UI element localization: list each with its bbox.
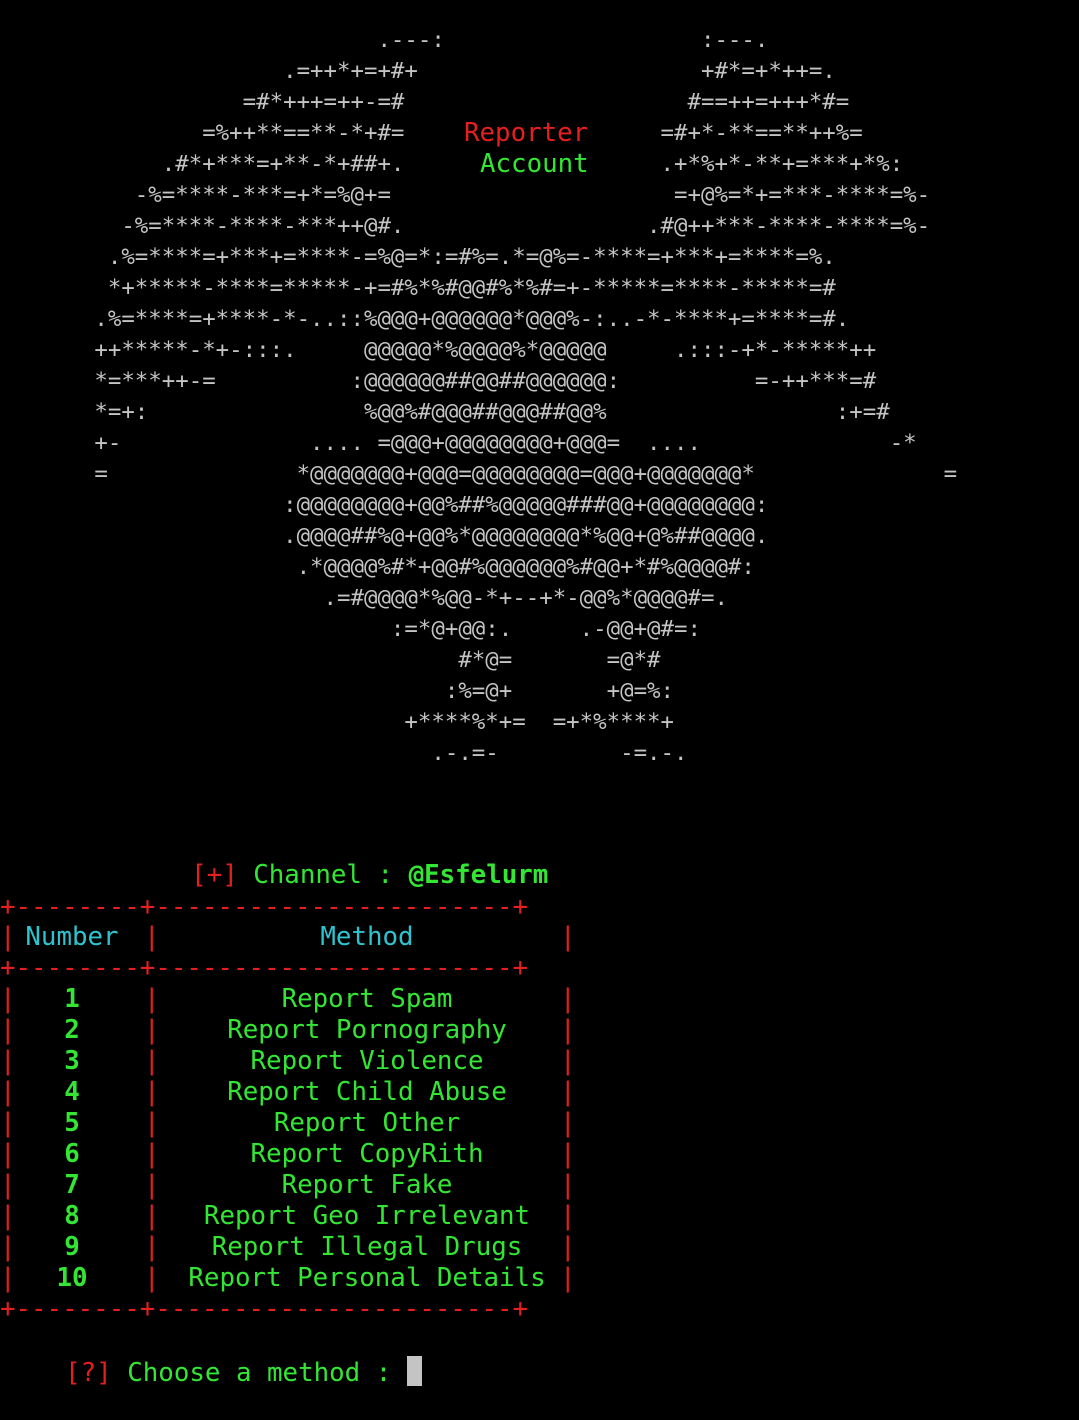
row-number: 9 [64,1232,80,1262]
table-separator: | [560,1170,576,1200]
table-border-bottom: +--------+-----------------------+ [0,1294,529,1324]
row-method: Report Spam [281,984,453,1014]
row-method: Report Fake [281,1170,453,1200]
row-method: Report Child Abuse [227,1077,507,1107]
row-number: 5 [64,1108,80,1138]
table-separator: | [144,1232,160,1262]
table-border-mid: +--------+-----------------------+ [0,953,529,983]
prompt-marker: [?] [65,1358,112,1388]
table-separator: | [560,1046,576,1076]
table-separator: | [144,1015,160,1045]
row-number: 3 [64,1046,80,1076]
table-separator: | [144,922,160,952]
row-number: 2 [64,1015,80,1045]
ascii-art-line: -%=****-****-***++@#. .#@++***-****-****… [0,213,931,239]
channel-label: Channel : [253,860,409,890]
prompt-text: Choose a method : [127,1358,407,1388]
table-separator: | [144,1170,160,1200]
ascii-art-line: ++*****-*+-:::. @@@@@*%@@@@%*@@@@@ .:::-… [0,337,877,363]
table-separator: | [144,1077,160,1107]
header-number: Number [25,922,119,952]
row-number: 8 [64,1201,80,1231]
ascii-art-line: *=+: %@@%#@@@##@@@##@@% :+=# [0,399,890,425]
row-method: Report Violence [250,1046,484,1076]
ascii-art-line: .%=****=+***+=****-=%@=*:=#%=.*=@%=-****… [0,244,836,270]
text-cursor[interactable] [406,1356,422,1386]
row-number: 4 [64,1077,80,1107]
header-method: Method [320,922,414,952]
ascii-art-line: :=*@+@@:. .-@@+@#=: [0,616,701,642]
ascii-art-banner: .---: :---. .=++*+=+#+ +#*=+*++=. =#*+++… [0,25,1079,775]
channel-bracket-close: ] [222,860,238,890]
ascii-art-line: .=++*+=+#+ +#*=+*++=. [0,58,836,84]
ascii-art-line: .%=****=+****-*-..::%@@@+@@@@@@*@@@%-:..… [0,306,850,332]
row-method: Report Pornography [227,1015,507,1045]
banner-title-reporter: Reporter [464,118,589,148]
ascii-art-line: :%=@+ +@=%: [0,678,675,704]
table-separator: | [560,1201,576,1231]
row-method: Report CopyRith [250,1139,484,1169]
table-separator: | [560,1139,576,1169]
ascii-art-line: -%=****-***=+*=%@+= =+@%=*+=***-****=%- [0,182,931,208]
ascii-art-line: .---: :---. [0,27,769,53]
table-border-top: +--------+-----------------------+ [0,892,529,922]
table-separator: | [560,1108,576,1138]
row-method: Report Personal Details [188,1263,546,1293]
terminal-window: .---: :---. .=++*+=+#+ +#*=+*++=. =#*+++… [0,0,1079,1394]
channel-handle: @Esfelurm [408,860,549,890]
table-separator: | [560,1232,576,1262]
ascii-art-line: +****%*+= =+*%****+ [0,709,675,735]
method-prompt[interactable]: [?] Choose a method : [3,1325,422,1420]
table-separator: | [560,1077,576,1107]
table-separator: | [560,1015,576,1045]
table-separator: | [144,984,160,1014]
ascii-art-line: .@@@@##%@+@@%*@@@@@@@@*%@@+@%##@@@@. [0,523,769,549]
ascii-art-line: .=#@@@@*%@@-*+--+*-@@%*@@@@#=. [0,585,728,611]
channel-plus-marker: + [206,860,223,890]
ascii-art-line: = *@@@@@@@+@@@=@@@@@@@@=@@@+@@@@@@@* = [0,461,958,487]
row-number: 1 [64,984,80,1014]
row-number: 6 [64,1139,80,1169]
table-separator: | [144,1263,160,1293]
ascii-art-line: +- .... =@@@+@@@@@@@@+@@@= .... -* [0,430,917,456]
ascii-art-line: :@@@@@@@@+@@%##%@@@@@###@@+@@@@@@@@: [0,492,769,518]
ascii-art-line: =#*+++=++-=# #==++=+++*#= [0,89,850,115]
table-separator: | [144,1046,160,1076]
ascii-art-line: .*@@@@%#*+@@#%@@@@@@%#@@+*#%@@@@#: [0,554,755,580]
channel-bracket-open: [ [191,860,207,890]
ascii-art-line: *=***++-= :@@@@@@##@@##@@@@@@: =-++***=# [0,368,877,394]
table-separator: | [144,1139,160,1169]
ascii-art-line: #*@= =@*# [0,647,661,673]
row-method: Report Geo Irrelevant [203,1201,531,1231]
row-method: Report Other [273,1108,461,1138]
ascii-art-line: *+*****-****=*****-+=#%*%#@@#%*%#=+-****… [0,275,836,301]
table-separator: | [560,984,576,1014]
table-separator: | [144,1201,160,1231]
table-separator: | [144,1108,160,1138]
row-number: 7 [64,1170,80,1200]
row-method: Report Illegal Drugs [211,1232,523,1262]
table-separator: | [560,1263,576,1293]
row-number: 10 [56,1263,88,1293]
banner-title-account: Account [480,149,589,179]
ascii-art-line: .-.=- -=.-. [0,740,688,766]
